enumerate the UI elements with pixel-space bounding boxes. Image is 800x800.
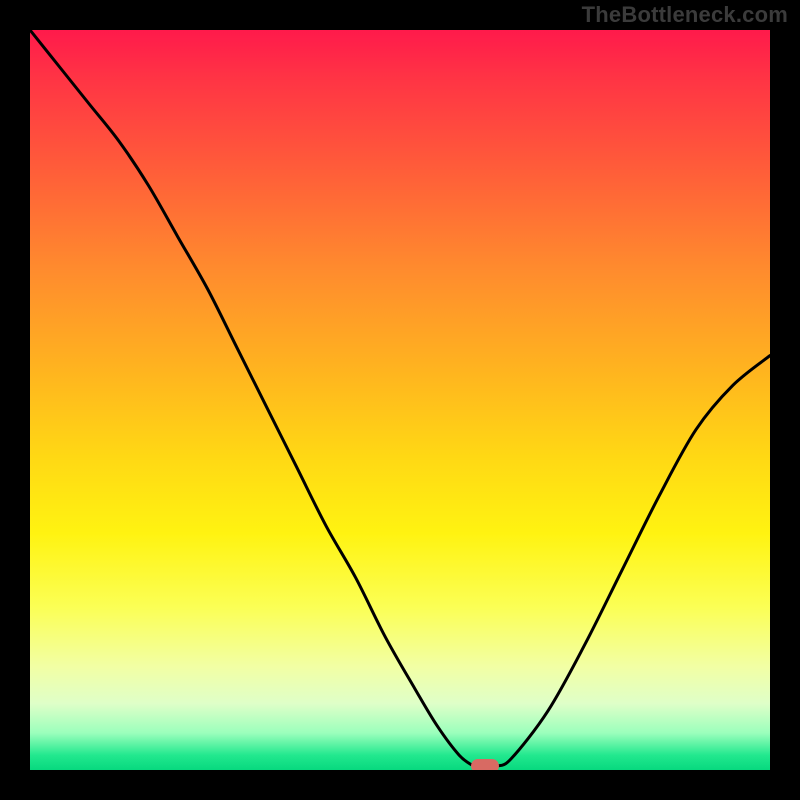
bottleneck-curve — [30, 30, 770, 770]
chart-frame: TheBottleneck.com — [0, 0, 800, 800]
plot-area — [30, 30, 770, 770]
attribution-label: TheBottleneck.com — [582, 2, 788, 28]
minimum-marker — [471, 759, 499, 770]
